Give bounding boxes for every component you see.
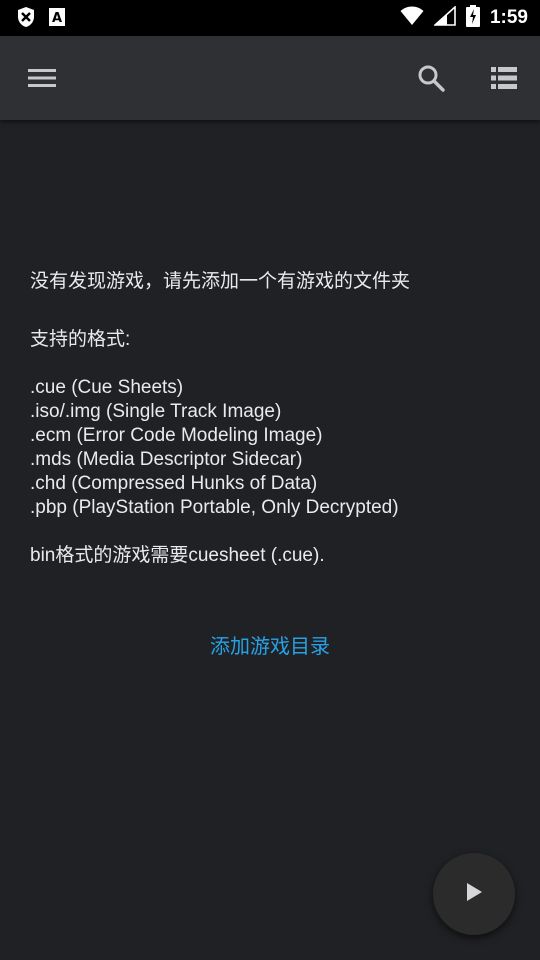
list-view-icon[interactable] (480, 54, 528, 102)
formats-title: 支持的格式: (30, 329, 131, 350)
format-item: .ecm (Error Code Modeling Image) (30, 425, 323, 446)
signal-icon (432, 5, 456, 30)
wifi-icon (400, 6, 424, 30)
format-item: .pbp (PlayStation Portable, Only Decrypt… (30, 497, 399, 518)
vpn-shield-icon (16, 6, 36, 32)
status-time: 1:59 (489, 7, 528, 28)
play-button[interactable] (433, 853, 515, 935)
hamburger-menu-icon[interactable] (18, 54, 66, 102)
format-item: .cue (Cue Sheets) (30, 377, 184, 398)
add-game-directory-link[interactable]: 添加游戏目录 (0, 630, 540, 659)
battery-charging-icon (465, 5, 480, 31)
format-item: .iso/.img (Single Track Image) (30, 401, 282, 422)
status-bar: A 1:59 (0, 0, 540, 36)
format-item: .mds (Media Descriptor Sidecar) (30, 449, 303, 470)
bin-note: bin格式的游戏需要cuesheet (.cue). (30, 545, 325, 566)
app-bar (0, 36, 540, 120)
play-icon (464, 881, 484, 907)
formats-list: .cue (Cue Sheets) .iso/.img (Single Trac… (30, 376, 520, 520)
font-a-icon: A (48, 7, 66, 31)
search-icon[interactable] (407, 54, 455, 102)
svg-text:A: A (52, 11, 62, 26)
empty-message: 没有发现游戏，请先添加一个有游戏的文件夹 (30, 271, 411, 292)
format-item: .chd (Compressed Hunks of Data) (30, 473, 318, 494)
empty-state-content: 没有发现游戏，请先添加一个有游戏的文件夹 支持的格式: .cue (Cue Sh… (30, 270, 520, 568)
